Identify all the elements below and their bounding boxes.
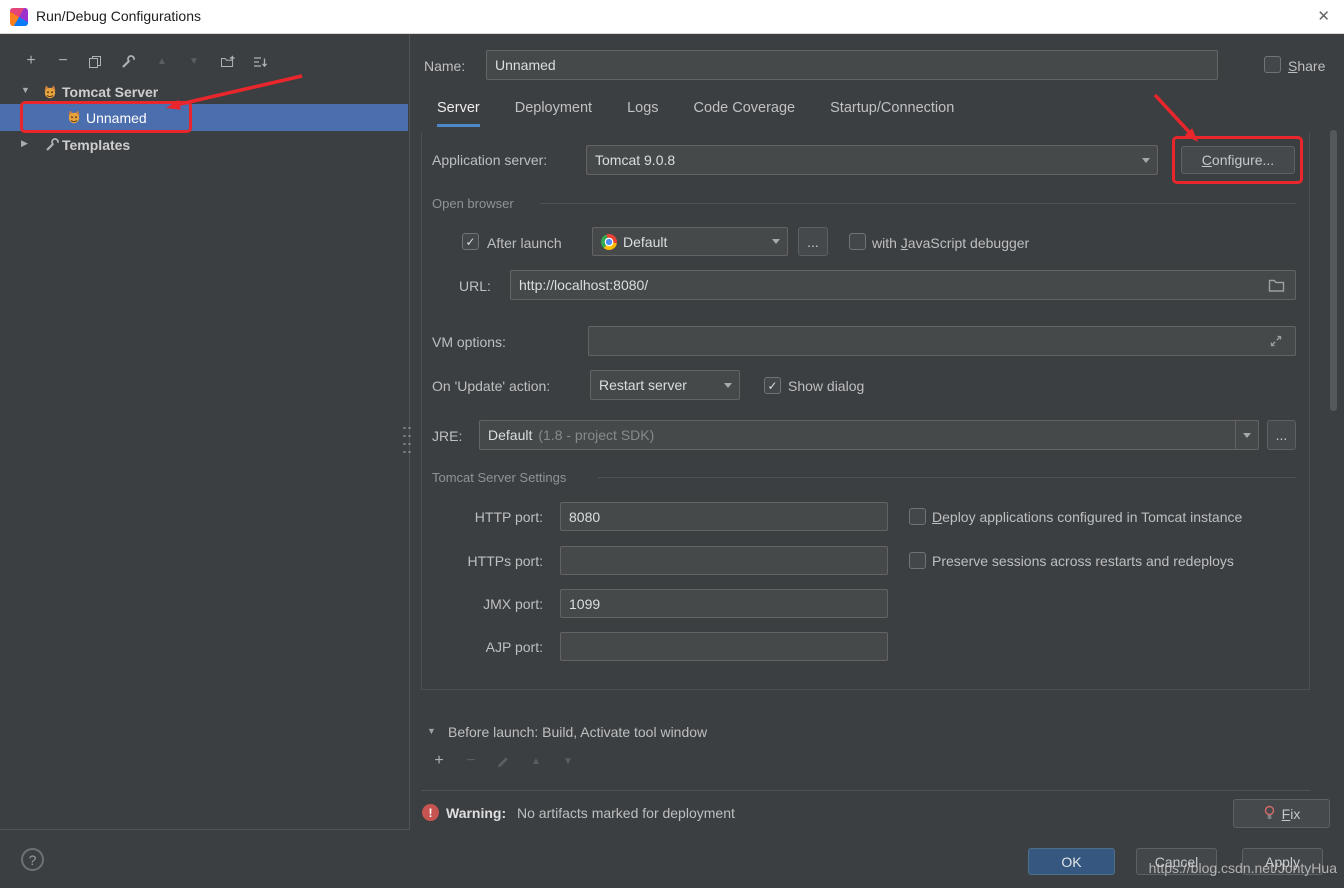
close-icon[interactable]: ✕ [1317,7,1330,25]
ajp-port-input[interactable] [560,632,888,661]
tree-item-templates[interactable]: Templates [62,137,130,153]
apply-button[interactable]: Apply [1242,848,1323,875]
open-browser-section-label: Open browser [432,196,514,211]
cancel-button[interactable]: Cancel [1136,848,1217,875]
section-divider [598,477,1296,478]
https-port-input[interactable] [560,546,888,575]
sort-configurations-icon[interactable] [251,53,269,71]
jre-label: JRE: [432,428,463,444]
before-launch-remove-icon: − [466,752,476,769]
warning-title: Warning: [446,805,507,821]
section-divider [540,203,1296,204]
tree-expand-icon[interactable]: ▼ [21,85,30,95]
run-debug-configurations-dialog: Run/Debug Configurations ✕ + − ▲ ▼ ▼ Tom… [0,0,1344,888]
footer-divider [421,790,1310,791]
name-input[interactable]: Unnamed [486,50,1218,80]
application-server-select[interactable]: Tomcat 9.0.8 [586,145,1158,175]
chrome-icon [601,233,617,250]
deploy-applications-checkbox[interactable] [909,508,926,525]
lightbulb-icon [1263,805,1276,823]
vm-options-input[interactable] [588,326,1296,356]
move-down-icon: ▼ [189,56,199,67]
js-debugger-checkbox[interactable] [849,233,866,250]
tree-item-tomcat-server[interactable]: Tomcat Server [62,84,158,100]
help-button[interactable]: ? [21,848,44,871]
jre-select[interactable]: Default (1.8 - project SDK) [479,420,1259,450]
ajp-port-label: AJP port: [485,639,543,655]
update-action-label: On 'Update' action: [432,378,551,394]
tomcat-settings-section-label: Tomcat Server Settings [432,470,567,485]
warning-icon: ! [422,804,439,821]
fix-button[interactable]: Fix [1233,799,1330,828]
browser-select[interactable]: Default [592,227,788,256]
tab-deployment[interactable]: Deployment [515,100,592,127]
add-configuration-button[interactable]: + [22,52,40,70]
http-port-input[interactable]: 8080 [560,502,888,531]
before-launch-up-icon: ▲ [531,756,541,767]
before-launch-add-icon[interactable]: + [430,752,448,770]
vm-options-label: VM options: [432,334,506,350]
before-launch-collapse-icon[interactable]: ▼ [427,726,436,736]
show-dialog-checkbox[interactable]: ✓ [764,377,781,394]
tree-item-unnamed[interactable]: Unnamed [86,110,147,126]
share-label: Share [1288,58,1326,74]
after-launch-checkbox[interactable]: ✓ [462,233,479,250]
vertical-scrollbar[interactable] [1330,130,1337,411]
new-folder-icon[interactable] [219,53,237,71]
preserve-sessions-label: Preserve sessions across restarts and re… [932,553,1234,569]
tree-selection-highlight [0,104,408,131]
configure-button[interactable]: Configure... [1181,146,1295,174]
jre-more-button[interactable]: ... [1267,420,1296,450]
before-launch-edit-pencil-icon [494,753,512,771]
config-tabs: Server Deployment Logs Code Coverage Sta… [437,100,954,127]
chevron-down-icon [717,371,739,399]
edit-defaults-wrench-icon[interactable] [119,53,137,71]
name-label: Name: [424,58,466,74]
before-launch-down-icon: ▼ [563,756,573,767]
folder-icon[interactable] [1265,271,1287,299]
tab-server[interactable]: Server [437,100,480,127]
copy-configuration-icon[interactable] [86,53,104,71]
https-port-label: HTTPs port: [467,553,543,569]
window-titlebar: Run/Debug Configurations ✕ [0,0,1344,34]
tree-collapse-icon[interactable]: ▶ [21,138,28,149]
panel-splitter[interactable] [402,424,412,456]
browser-more-button[interactable]: ... [798,227,828,256]
tab-startup-connection[interactable]: Startup/Connection [830,100,954,127]
application-server-label: Application server: [432,152,548,168]
expand-field-icon[interactable] [1265,327,1287,355]
jre-hint: (1.8 - project SDK) [538,427,655,443]
remove-configuration-button[interactable]: − [54,52,72,70]
tomcat-server-icon [42,84,58,100]
warning-message: No artifacts marked for deployment [517,805,735,821]
ok-button[interactable]: OK [1028,848,1115,875]
deploy-applications-label: Deploy applications configured in Tomcat… [932,509,1243,525]
tab-code-coverage[interactable]: Code Coverage [694,100,796,127]
move-up-icon: ▲ [157,56,167,67]
update-action-select[interactable]: Restart server [590,370,740,400]
chevron-down-icon [1135,146,1157,174]
jmx-port-input[interactable]: 1099 [560,589,888,618]
chevron-down-icon [765,228,787,255]
window-title: Run/Debug Configurations [36,8,201,24]
http-port-label: HTTP port: [474,509,543,525]
share-checkbox[interactable] [1264,56,1281,73]
tomcat-config-icon [66,109,82,125]
js-debugger-label: with JavaScript debugger [872,235,1030,251]
url-input[interactable]: http://localhost:8080/ [510,270,1296,300]
url-label: URL: [459,278,491,294]
configurations-sidebar [0,34,410,830]
jmx-port-label: JMX port: [483,596,543,612]
chevron-down-icon[interactable] [1235,421,1258,449]
templates-wrench-icon [44,137,60,153]
tab-logs[interactable]: Logs [627,100,658,127]
preserve-sessions-checkbox[interactable] [909,552,926,569]
show-dialog-label: Show dialog [788,378,865,394]
after-launch-label: After launch [487,235,562,251]
before-launch-label: Before launch: Build, Activate tool wind… [448,724,708,740]
intellij-logo-icon [10,8,28,26]
